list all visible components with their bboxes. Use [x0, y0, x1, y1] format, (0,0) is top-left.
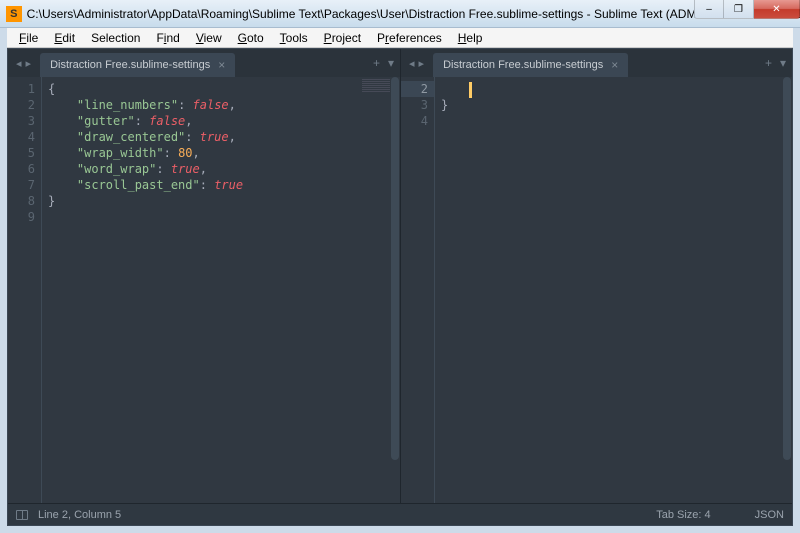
- code-left[interactable]: { "line_numbers": false, "gutter": false…: [42, 77, 400, 503]
- tab-history-forward-icon[interactable]: ▸: [24, 57, 34, 70]
- tab-close-icon[interactable]: ×: [611, 58, 618, 72]
- line-number: 4: [421, 114, 428, 128]
- minimize-button[interactable]: –: [694, 0, 724, 19]
- tabrow-right-controls: + ▾: [765, 49, 786, 77]
- tab-label: Distraction Free.sublime-settings: [50, 59, 210, 71]
- menu-view[interactable]: View: [188, 29, 230, 47]
- status-position[interactable]: Line 2, Column 5: [38, 509, 121, 521]
- editor-right[interactable]: 2 3 4 }: [401, 77, 792, 503]
- menu-selection[interactable]: Selection: [83, 29, 148, 47]
- tab-menu-icon[interactable]: ▾: [388, 56, 394, 70]
- status-bar: Line 2, Column 5 Tab Size: 4 JSON: [8, 503, 792, 525]
- line-number: 5: [28, 146, 35, 160]
- line-number: 6: [28, 162, 35, 176]
- tabrow-right: ◂ ▸ Distraction Free.sublime-settings × …: [401, 49, 792, 77]
- menu-project[interactable]: Project: [316, 29, 369, 47]
- window-titlebar: S C:\Users\Administrator\AppData\Roaming…: [0, 0, 800, 28]
- line-number: 3: [28, 114, 35, 128]
- tab-history-back-icon[interactable]: ◂: [407, 57, 417, 70]
- scrollbar-thumb[interactable]: [783, 77, 791, 460]
- menu-edit[interactable]: Edit: [46, 29, 83, 47]
- line-number: 2: [401, 81, 434, 97]
- tab-right-0[interactable]: Distraction Free.sublime-settings ×: [433, 53, 628, 77]
- tab-label: Distraction Free.sublime-settings: [443, 59, 603, 71]
- close-button[interactable]: ✕: [754, 0, 800, 19]
- scrollbar-thumb[interactable]: [391, 77, 399, 460]
- tab-nav-right: ◂ ▸: [403, 57, 430, 70]
- panel-switcher-icon[interactable]: [16, 510, 28, 520]
- line-number: 2: [28, 98, 35, 112]
- menu-goto[interactable]: Goto: [230, 29, 272, 47]
- line-number: 7: [28, 178, 35, 192]
- text-cursor: [470, 83, 471, 97]
- tab-close-icon[interactable]: ×: [218, 58, 225, 72]
- tab-left-0[interactable]: Distraction Free.sublime-settings ×: [40, 53, 235, 77]
- gutter-right: 2 3 4: [401, 77, 435, 503]
- new-tab-icon[interactable]: +: [373, 56, 380, 70]
- line-number: 3: [421, 98, 428, 112]
- menu-bar: File Edit Selection Find View Goto Tools…: [7, 28, 793, 48]
- app-body: ◂ ▸ Distraction Free.sublime-settings × …: [7, 48, 793, 526]
- pane-right: ◂ ▸ Distraction Free.sublime-settings × …: [400, 49, 792, 503]
- gutter-left: 1 2 3 4 5 6 7 8 9: [8, 77, 42, 503]
- line-number: 1: [28, 82, 35, 96]
- maximize-button[interactable]: ❐: [724, 0, 754, 19]
- menu-find[interactable]: Find: [148, 29, 187, 47]
- window-title: C:\Users\Administrator\AppData\Roaming\S…: [27, 7, 800, 21]
- line-number: 8: [28, 194, 35, 208]
- pane-left: ◂ ▸ Distraction Free.sublime-settings × …: [8, 49, 400, 503]
- menu-preferences[interactable]: Preferences: [369, 29, 450, 47]
- window-controls: – ❐ ✕: [694, 0, 800, 19]
- app-icon: S: [6, 6, 22, 22]
- tab-nav-left: ◂ ▸: [10, 57, 37, 70]
- scrollbar-left[interactable]: [390, 77, 400, 503]
- editor-left[interactable]: 1 2 3 4 5 6 7 8 9 { "line_numbers": fals…: [8, 77, 400, 503]
- tab-history-forward-icon[interactable]: ▸: [417, 57, 427, 70]
- scrollbar-right[interactable]: [782, 77, 792, 503]
- menu-help[interactable]: Help: [450, 29, 491, 47]
- status-tabsize[interactable]: Tab Size: 4: [656, 509, 710, 521]
- tab-history-back-icon[interactable]: ◂: [14, 57, 24, 70]
- status-syntax[interactable]: JSON: [755, 509, 784, 521]
- tab-menu-icon[interactable]: ▾: [780, 56, 786, 70]
- menu-file[interactable]: File: [11, 29, 46, 47]
- minimap-left[interactable]: [362, 79, 390, 93]
- menu-tools[interactable]: Tools: [272, 29, 316, 47]
- tabrow-left: ◂ ▸ Distraction Free.sublime-settings × …: [8, 49, 400, 77]
- panes-container: ◂ ▸ Distraction Free.sublime-settings × …: [8, 49, 792, 503]
- line-number: 4: [28, 130, 35, 144]
- code-right[interactable]: }: [435, 77, 792, 503]
- line-number: 9: [28, 210, 35, 224]
- new-tab-icon[interactable]: +: [765, 56, 772, 70]
- tabrow-right-controls: + ▾: [373, 49, 394, 77]
